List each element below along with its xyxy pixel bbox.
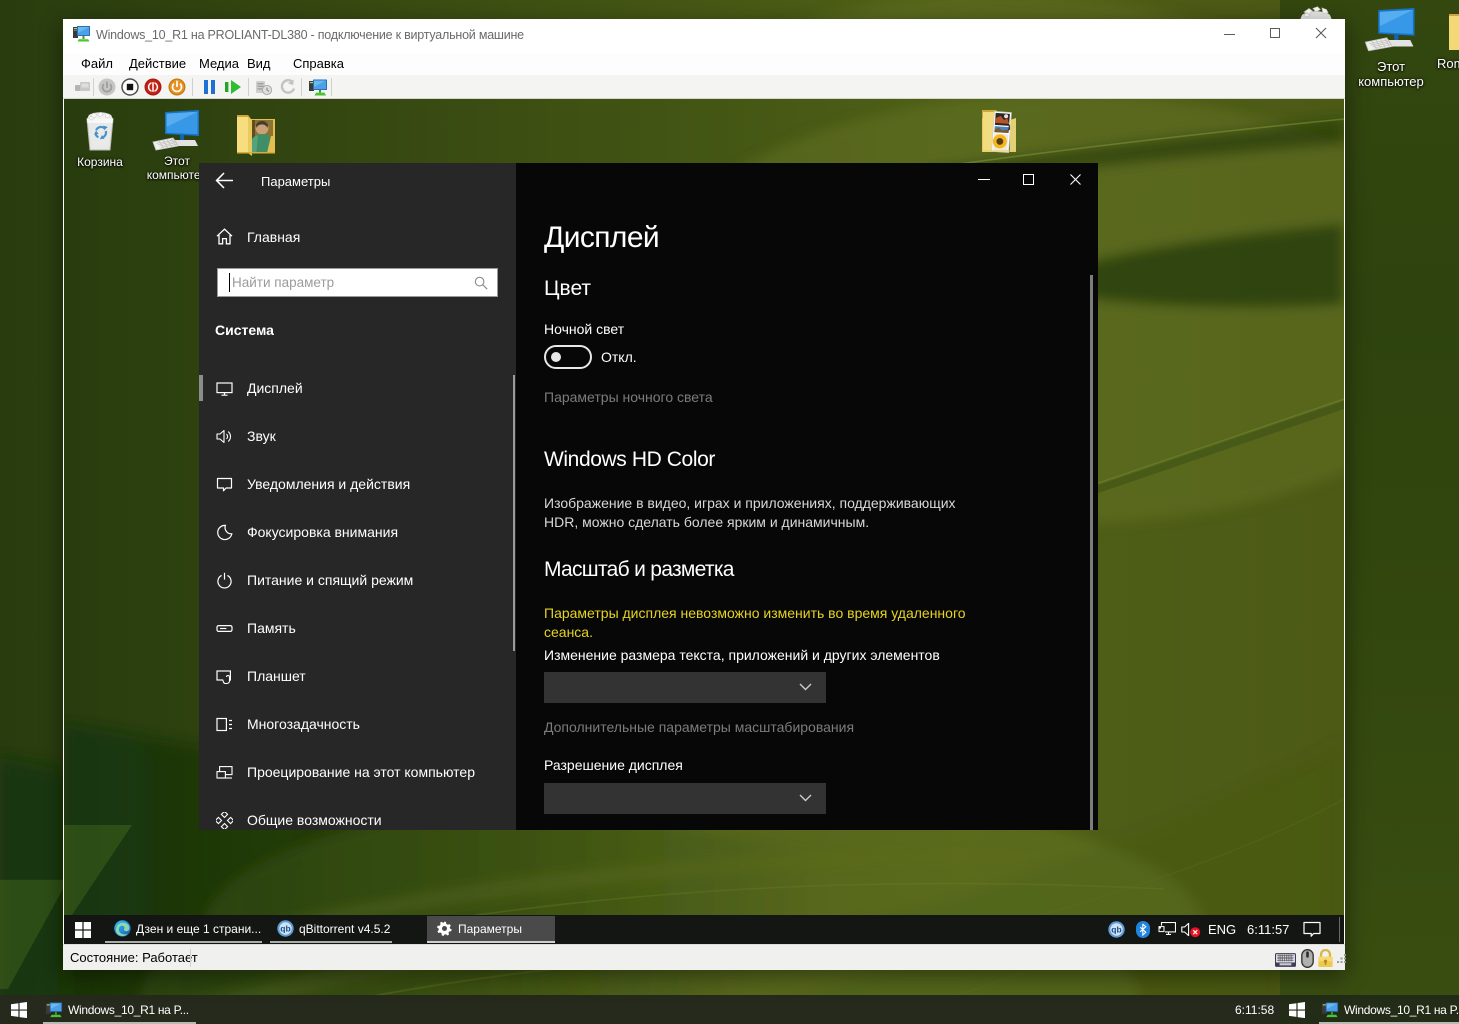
svg-text:qb: qb bbox=[280, 924, 290, 934]
svg-text:qb: qb bbox=[1111, 925, 1121, 935]
